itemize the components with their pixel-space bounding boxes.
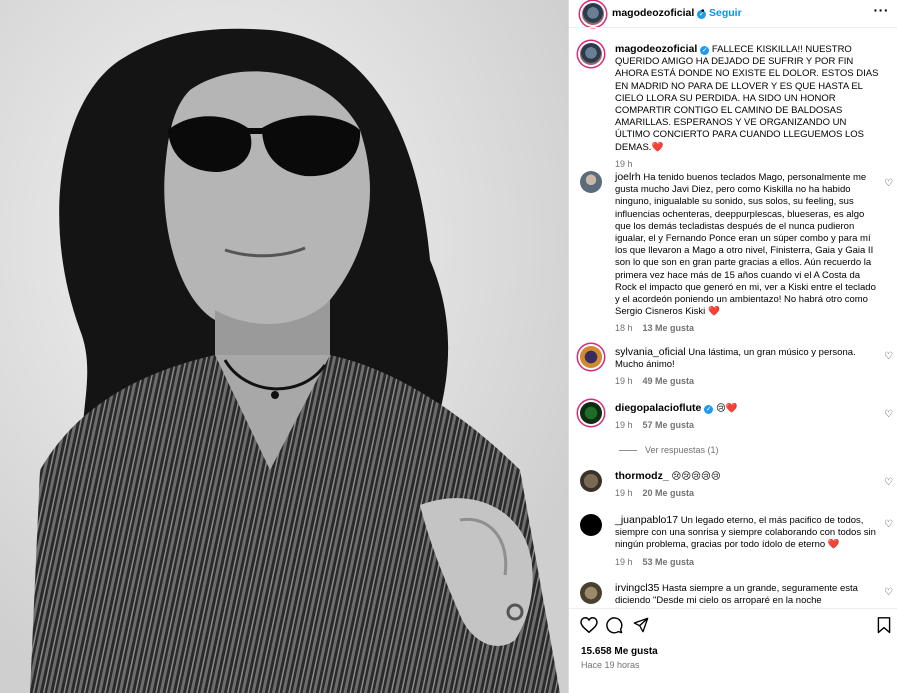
red-heart-icon: ❤️ [651,141,664,153]
red-heart-icon: ❤️ [725,403,738,414]
author-handle[interactable]: magodeozoficial ✓ [612,7,707,19]
comment-username[interactable]: joelrh [615,171,641,183]
comment-username[interactable]: diegopalacioflute ✓ [615,402,714,414]
commenter-avatar[interactable] [580,171,602,193]
comment-likes[interactable]: 57 Me gusta [643,420,695,430]
heart-icon[interactable]: ♡ [884,587,893,598]
author-avatar[interactable] [580,43,602,65]
heart-icon[interactable]: ♡ [884,477,893,488]
heart-icon[interactable]: ♡ [884,351,893,362]
comment-username[interactable]: irvingcl35 [615,582,659,594]
follow-button[interactable]: Seguir [709,7,742,19]
comment-time[interactable]: 18 h [615,323,633,333]
comment-time[interactable]: 19 h [615,420,633,430]
post-header: magodeozoficial ✓ • Seguir ··· [569,0,897,27]
heart-icon[interactable]: ♡ [884,409,893,420]
caption: magodeozoficial ✓ FALLECE KISKILLA!! NUES… [569,43,897,173]
caption-text: FALLECE KISKILLA!! NUESTRO QUERIDO AMIGO… [615,44,879,153]
comment-username[interactable]: thormodz_ [615,470,669,482]
comment-item: joelrh Ha tenido buenos teclados Mago, p… [569,171,897,346]
likes-count[interactable]: 15.658 Me gusta [581,646,658,657]
comment-item: diegopalacioflute ✓ 😢❤️ 19 h 57 Me gusta ♡… [569,402,897,462]
comment-item: sylvania_oficial Una lástima, un gran mú… [569,346,897,390]
commenter-avatar[interactable] [580,514,602,536]
comment-item: thormodz_ 😢😢😢😢😢 19 h 20 Me gusta ♡ [569,470,897,510]
commenter-avatar[interactable] [580,346,602,368]
more-options-icon[interactable]: ··· [874,2,890,18]
caption-time[interactable]: 19 h [615,159,633,169]
comment-likes[interactable]: 13 Me gusta [643,323,695,333]
comment-time[interactable]: 19 h [615,376,633,386]
comment-username[interactable]: _juanpablo17 [615,514,678,526]
comment-item: irvingcl35 Hasta siempre a un grande, se… [569,582,897,608]
comment-likes[interactable]: 53 Me gusta [643,557,695,567]
verified-icon: ✓ [700,46,710,55]
commenter-avatar[interactable] [580,582,602,604]
verified-icon: ✓ [704,405,714,414]
comment-icon[interactable] [606,617,623,634]
caption-author[interactable]: magodeozoficial ✓ [615,43,710,55]
comment-item: _juanpablo17 Un legado eterno, el más pa… [569,514,897,582]
comment-time[interactable]: 19 h [615,488,633,498]
commenter-avatar[interactable] [580,402,602,424]
comment-text: Ha tenido buenos teclados Mago, personal… [615,172,876,318]
separator-dot: • [701,6,705,17]
view-replies-button[interactable]: Ver respuestas (1) [619,445,719,455]
post-timestamp[interactable]: Hace 19 horas [581,660,640,670]
comment-likes[interactable]: 20 Me gusta [643,488,695,498]
comment-likes[interactable]: 49 Me gusta [643,376,695,386]
share-icon[interactable] [633,617,649,633]
heart-icon[interactable] [580,617,598,633]
comment-time[interactable]: 19 h [615,557,633,567]
post-photo[interactable] [0,0,568,693]
post-actions: 15.658 Me gusta Hace 19 horas [569,608,897,693]
author-avatar[interactable] [582,3,604,25]
comment-text: 😢😢😢😢😢 [671,471,721,482]
heart-icon[interactable]: ♡ [884,519,893,530]
post-side-panel: magodeozoficial ✓ • Seguir ··· magodeozof… [569,0,897,693]
comments-list[interactable]: magodeozoficial ✓ FALLECE KISKILLA!! NUES… [569,28,897,608]
comment-text: 😢 [715,403,726,414]
bookmark-icon[interactable] [877,617,891,634]
red-heart-icon: ❤️ [707,306,720,318]
heart-icon[interactable]: ♡ [884,178,893,189]
commenter-avatar[interactable] [580,470,602,492]
portrait-illustration [0,0,568,693]
red-heart-icon: ❤️ [827,539,840,551]
comment-username[interactable]: sylvania_oficial [615,346,686,358]
